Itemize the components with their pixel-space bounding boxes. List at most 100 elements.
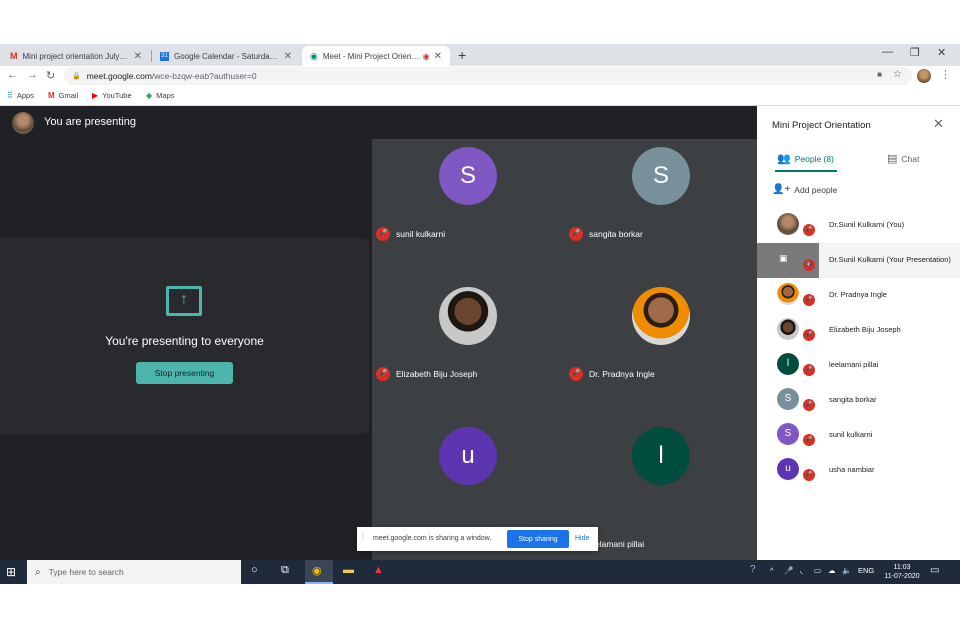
maximize-button[interactable]: ❐ <box>910 46 920 59</box>
tab-chat[interactable]: ▤ Chat <box>887 152 919 165</box>
mic-off-icon: 🎤 <box>376 227 390 241</box>
avatar: l <box>777 353 799 375</box>
mic-off-icon: 🎤 <box>803 329 815 341</box>
mic-off-icon: 🎤 <box>803 224 815 236</box>
star-icon[interactable]: ☆ <box>893 69 902 80</box>
bookmark-label: YouTube <box>102 91 132 100</box>
hide-button[interactable]: Hide <box>575 535 589 542</box>
meet-header: You are presenting <box>0 106 757 138</box>
reload-icon[interactable]: ↻ <box>46 69 55 82</box>
mic-off-icon: 🎤 <box>803 469 815 481</box>
url-path: /wce-bzqw-eab?authuser=0 <box>151 71 257 81</box>
new-tab-button[interactable]: + <box>458 47 466 63</box>
date: 11-07-2020 <box>884 573 920 580</box>
mic-off-icon: 🎤 <box>803 399 815 411</box>
participant-name: elamani pillai <box>595 539 645 549</box>
list-item[interactable]: u 🎤 usha nambiar <box>757 453 960 488</box>
address-bar: ← → ↻ 🔒 meet.google.com /wce-bzqw-eab?au… <box>0 66 960 86</box>
avatar: S <box>777 388 799 410</box>
tab-gmail[interactable]: M Mini project orientation July 11, 2 ✕ <box>2 46 150 66</box>
bookmark-label: Maps <box>156 91 175 100</box>
tab-people[interactable]: 👥 People (8) <box>777 152 834 165</box>
close-window-button[interactable]: ✕ <box>937 46 946 59</box>
list-item[interactable]: 🎤 Elizabeth Biju Joseph <box>757 313 960 348</box>
avatar <box>632 287 690 345</box>
menu-icon[interactable]: ⋮ <box>940 68 951 81</box>
cortana-icon[interactable]: ○ <box>251 564 258 576</box>
battery-icon[interactable]: ▭ <box>814 566 821 575</box>
volume-off-icon: 🔇 <box>803 259 815 271</box>
list-item[interactable]: 🎤 Dr. Pradnya Ingle <box>757 278 960 313</box>
close-icon[interactable]: ✕ <box>284 51 292 62</box>
mic-off-icon: 🎤 <box>569 227 583 241</box>
bookmark-maps[interactable]: ◆ Maps <box>146 91 175 100</box>
gmail-icon: M <box>10 51 18 61</box>
participant-name: Dr.Sunil Kulkarni (You) <box>829 220 905 229</box>
avatar: u <box>777 458 799 480</box>
stop-presenting-button[interactable]: Stop presenting <box>136 362 233 384</box>
tile-label: 🎤 Dr. Pradnya Ingle <box>569 367 655 381</box>
bookmark-apps[interactable]: ⠿ Apps <box>7 91 34 100</box>
mic-off-icon: 🎤 <box>569 367 583 381</box>
participant-name: sunil kulkarni <box>829 430 873 439</box>
sharing-notification-bar: ⁞ meet.google.com is sharing a window. S… <box>357 527 598 551</box>
bookmark-label: Gmail <box>58 91 79 100</box>
url-domain: meet.google.com <box>86 71 152 81</box>
notification-icon[interactable]: ▭ <box>930 565 939 576</box>
avatar <box>777 318 799 340</box>
task-view-icon[interactable]: ⧉ <box>281 564 289 577</box>
tile-label: 🎤 Elizabeth Biju Joseph <box>376 367 477 381</box>
drag-handle-icon[interactable]: ⁞ <box>362 534 364 541</box>
back-icon[interactable]: ← <box>7 69 18 81</box>
forward-icon[interactable]: → <box>27 69 38 81</box>
cloud-icon[interactable]: ☁ <box>828 566 836 575</box>
microphone-icon[interactable]: 🎤 <box>784 566 793 575</box>
stop-sharing-button[interactable]: Stop sharing <box>507 530 569 548</box>
acrobat-icon[interactable]: ▲ <box>373 564 384 576</box>
apps-grid-icon: ⠿ <box>7 91 13 100</box>
tab-calendar[interactable]: 31 Google Calendar - Saturday, July 1 ✕ <box>152 46 300 66</box>
url-field[interactable]: 🔒 meet.google.com /wce-bzqw-eab?authuser… <box>64 67 912 85</box>
search-icon: ⌕ <box>35 566 41 578</box>
close-icon[interactable]: ✕ <box>134 51 142 62</box>
list-item[interactable]: l 🎤 leelamani pillai <box>757 348 960 383</box>
show-hidden-icons[interactable]: ^ <box>770 566 774 575</box>
participant-name: Dr. Pradnya Ingle <box>829 290 887 299</box>
profile-avatar[interactable] <box>917 69 931 83</box>
camera-icon[interactable]: ■ <box>877 70 882 79</box>
bookmark-youtube[interactable]: ▶ YouTube <box>92 91 132 100</box>
list-item[interactable]: S 🎤 sunil kulkarni <box>757 418 960 453</box>
tab-bar: M Mini project orientation July 11, 2 ✕ … <box>0 44 960 66</box>
windows-start-icon[interactable]: ⊞ <box>6 565 16 579</box>
network-icon[interactable]: ◟ <box>800 566 803 575</box>
add-people-button[interactable]: 👤+ Add people <box>772 184 837 195</box>
avatar: u <box>439 427 497 485</box>
people-icon: 👥 <box>777 153 791 165</box>
minimize-button[interactable]: — <box>882 46 893 58</box>
add-people-label: Add people <box>794 184 838 195</box>
taskbar-search-input[interactable]: ⌕ Type here to search <box>27 560 241 584</box>
language-indicator[interactable]: ENG <box>858 566 874 575</box>
clock[interactable]: 11:03 11-07-2020 <box>876 563 928 581</box>
list-item[interactable]: 🎤 Dr.Sunil Kulkarni (You) <box>757 208 960 243</box>
participant-tile: 🎤 Dr. Pradnya Ingle <box>565 279 757 419</box>
avatar <box>777 283 799 305</box>
file-explorer-icon[interactable]: ▬ <box>343 564 354 576</box>
list-item[interactable]: ▣ 🔇 Dr.Sunil Kulkarni (Your Presentation… <box>757 243 960 278</box>
tab-title: Meet - Mini Project Orientati <box>322 51 420 61</box>
tab-meet[interactable]: ◉ Meet - Mini Project Orientati ◉ ✕ <box>302 46 450 66</box>
people-panel: Mini Project Orientation ✕ 👥 People (8) … <box>757 106 960 560</box>
recording-icon: ◉ <box>422 51 430 61</box>
participant-name: sangita borkar <box>829 395 877 404</box>
volume-icon[interactable]: 🔈 <box>842 566 851 575</box>
panel-title: Mini Project Orientation <box>772 120 871 131</box>
participant-tile: 🎤 Elizabeth Biju Joseph <box>372 279 564 419</box>
participant-list: 🎤 Dr.Sunil Kulkarni (You) ▣ 🔇 Dr.Sunil K… <box>757 208 960 488</box>
close-icon[interactable]: ✕ <box>933 116 944 132</box>
bookmark-gmail[interactable]: M Gmail <box>48 91 78 100</box>
list-item[interactable]: S 🎤 sangita borkar <box>757 383 960 418</box>
participant-name: Dr. Pradnya Ingle <box>589 369 655 379</box>
help-icon[interactable]: ? <box>750 564 756 575</box>
close-icon[interactable]: ✕ <box>434 51 442 62</box>
avatar <box>12 112 34 134</box>
